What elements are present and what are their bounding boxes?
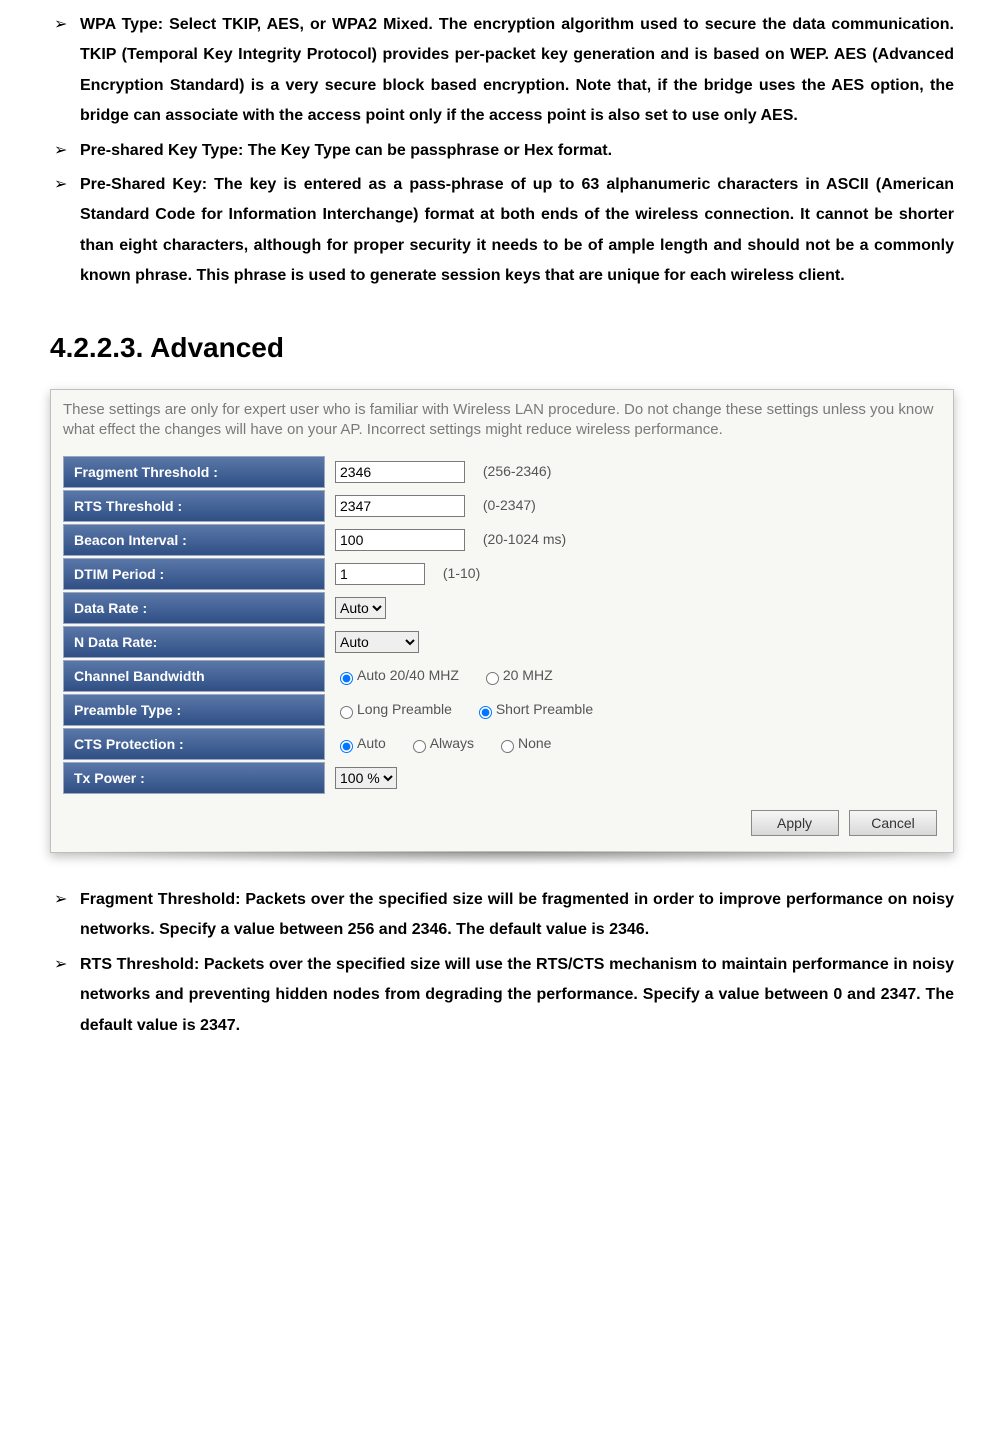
cts-label-auto: Auto (357, 735, 386, 751)
cts-option-always[interactable]: Always (408, 735, 474, 751)
n-data-rate-select[interactable]: Auto (335, 631, 419, 653)
tx-power-select[interactable]: 100 % (335, 767, 397, 789)
label-rts-threshold: RTS Threshold : (63, 490, 325, 522)
list-item: WPA Type: Select TKIP, AES, or WPA2 Mixe… (50, 10, 954, 132)
settings-panel: These settings are only for expert user … (50, 389, 954, 854)
chbw-label-20: 20 MHZ (503, 667, 553, 683)
beacon-interval-input[interactable] (335, 529, 465, 551)
settings-table: Fragment Threshold : (256-2346) RTS Thre… (63, 454, 941, 796)
chbw-option-auto[interactable]: Auto 20/40 MHZ (335, 667, 459, 683)
row-dtim-period: DTIM Period : (1-10) (63, 558, 941, 590)
preamble-label-long: Long Preamble (357, 701, 452, 717)
label-n-data-rate: N Data Rate: (63, 626, 325, 658)
rts-threshold-input[interactable] (335, 495, 465, 517)
label-fragment-threshold: Fragment Threshold : (63, 456, 325, 488)
top-bullet-list: WPA Type: Select TKIP, AES, or WPA2 Mixe… (50, 10, 954, 292)
label-tx-power: Tx Power : (63, 762, 325, 794)
label-cts-protection: CTS Protection : (63, 728, 325, 760)
cts-option-auto[interactable]: Auto (335, 735, 386, 751)
row-n-data-rate: N Data Rate: Auto (63, 626, 941, 658)
row-preamble-type: Preamble Type : Long Preamble Short Prea… (63, 694, 941, 726)
dtim-period-hint: (1-10) (443, 565, 480, 581)
chbw-label-auto: Auto 20/40 MHZ (357, 667, 459, 683)
section-heading: 4.2.2.3. Advanced (50, 332, 954, 364)
page-root: WPA Type: Select TKIP, AES, or WPA2 Mixe… (0, 0, 1004, 1085)
cts-radio-none[interactable] (501, 740, 514, 753)
cts-radio-always[interactable] (413, 740, 426, 753)
list-item: Pre-shared Key Type: The Key Type can be… (50, 136, 954, 166)
preamble-option-short[interactable]: Short Preamble (474, 701, 593, 717)
settings-panel-wrap: These settings are only for expert user … (50, 389, 954, 866)
chbw-option-20[interactable]: 20 MHZ (481, 667, 553, 683)
button-row: Apply Cancel (63, 796, 941, 840)
row-channel-bandwidth: Channel Bandwidth Auto 20/40 MHZ 20 MHZ (63, 660, 941, 692)
cts-label-always: Always (430, 735, 474, 751)
cancel-button[interactable]: Cancel (849, 810, 937, 836)
row-tx-power: Tx Power : 100 % (63, 762, 941, 794)
label-data-rate: Data Rate : (63, 592, 325, 624)
label-channel-bandwidth: Channel Bandwidth (63, 660, 325, 692)
row-fragment-threshold: Fragment Threshold : (256-2346) (63, 456, 941, 488)
cts-option-none[interactable]: None (496, 735, 551, 751)
preamble-label-short: Short Preamble (496, 701, 593, 717)
beacon-interval-hint: (20-1024 ms) (483, 531, 566, 547)
chbw-radio-20[interactable] (486, 672, 499, 685)
chbw-radio-auto[interactable] (340, 672, 353, 685)
cts-label-none: None (518, 735, 551, 751)
label-dtim-period: DTIM Period : (63, 558, 325, 590)
dtim-period-input[interactable] (335, 563, 425, 585)
list-item: RTS Threshold: Packets over the specifie… (50, 950, 954, 1041)
rts-threshold-hint: (0-2347) (483, 497, 536, 513)
list-item: Pre-Shared Key: The key is entered as a … (50, 170, 954, 292)
label-beacon-interval: Beacon Interval : (63, 524, 325, 556)
preamble-radio-short[interactable] (479, 706, 492, 719)
cts-radio-auto[interactable] (340, 740, 353, 753)
preamble-option-long[interactable]: Long Preamble (335, 701, 452, 717)
apply-button[interactable]: Apply (751, 810, 839, 836)
data-rate-select[interactable]: Auto (335, 597, 386, 619)
fragment-threshold-hint: (256-2346) (483, 463, 552, 479)
panel-shadow (50, 851, 954, 865)
label-preamble-type: Preamble Type : (63, 694, 325, 726)
row-beacon-interval: Beacon Interval : (20-1024 ms) (63, 524, 941, 556)
fragment-threshold-input[interactable] (335, 461, 465, 483)
bottom-bullet-list: Fragment Threshold: Packets over the spe… (50, 885, 954, 1041)
row-cts-protection: CTS Protection : Auto Always None (63, 728, 941, 760)
row-rts-threshold: RTS Threshold : (0-2347) (63, 490, 941, 522)
list-item: Fragment Threshold: Packets over the spe… (50, 885, 954, 946)
row-data-rate: Data Rate : Auto (63, 592, 941, 624)
preamble-radio-long[interactable] (340, 706, 353, 719)
panel-intro-text: These settings are only for expert user … (63, 400, 941, 441)
